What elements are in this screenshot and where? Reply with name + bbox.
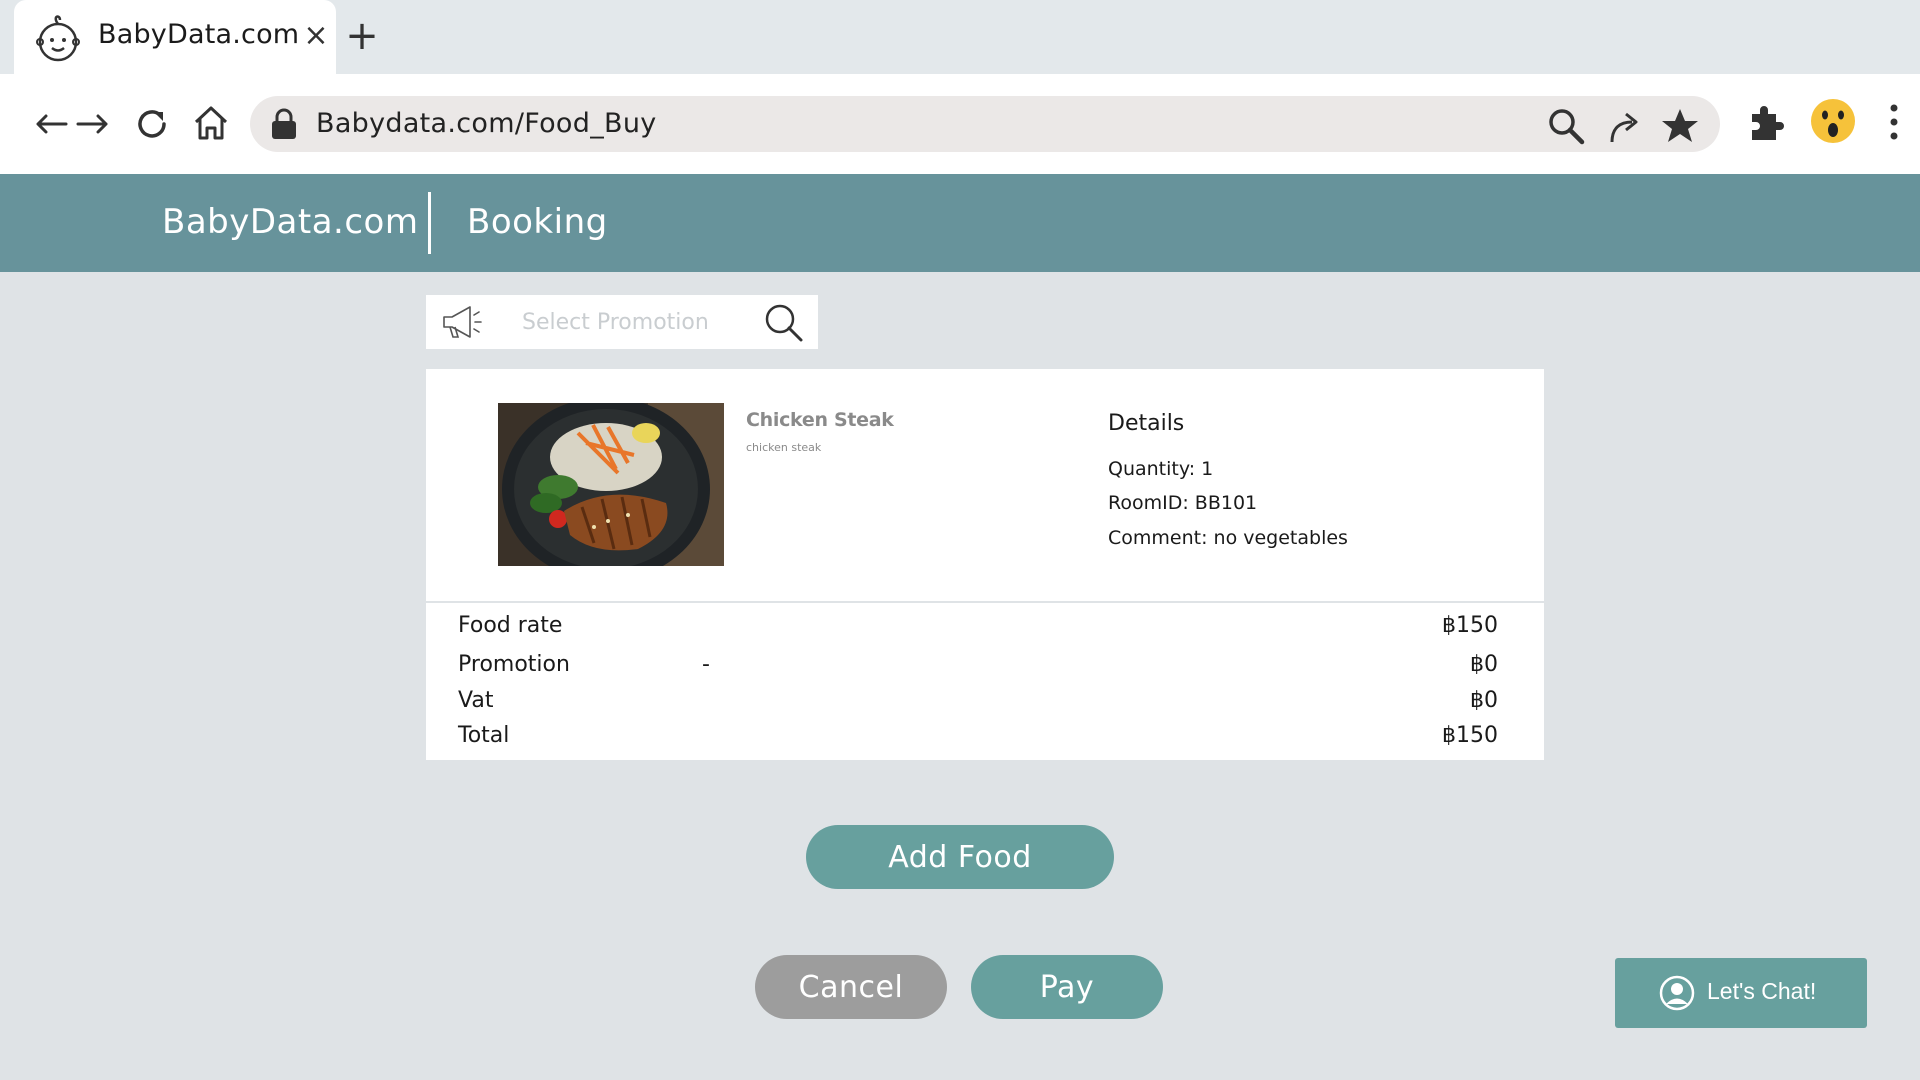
vat-value: ฿0 bbox=[1470, 688, 1498, 713]
food-name: Chicken Steak bbox=[746, 409, 894, 431]
search-icon[interactable] bbox=[762, 301, 806, 345]
order-card: Chicken Steak chicken steak Details Quan… bbox=[426, 369, 1544, 601]
share-icon[interactable] bbox=[1604, 106, 1644, 146]
site-header: BabyData.com Booking bbox=[0, 174, 1920, 272]
detail-comment: Comment: no vegetables bbox=[1108, 527, 1348, 549]
browser-tab-strip: BabyData.com × + bbox=[0, 0, 1920, 74]
promotion-selected: - bbox=[702, 652, 710, 677]
search-icon[interactable] bbox=[1546, 106, 1586, 146]
food-image bbox=[498, 403, 724, 566]
chat-label: Let's Chat! bbox=[1707, 978, 1817, 1004]
new-tab-button[interactable]: + bbox=[344, 16, 380, 56]
chicken-steak-photo bbox=[498, 403, 724, 566]
arrow-left-icon[interactable] bbox=[34, 110, 68, 138]
cancel-button[interactable]: Cancel bbox=[755, 955, 947, 1019]
promotion-input[interactable] bbox=[522, 305, 722, 339]
add-food-button[interactable]: Add Food bbox=[806, 825, 1114, 889]
kebab-menu-icon[interactable] bbox=[1888, 102, 1900, 142]
tab-title: BabyData.com bbox=[98, 19, 300, 50]
vat-label: Vat bbox=[458, 688, 494, 713]
puzzle-icon[interactable] bbox=[1748, 104, 1784, 144]
header-divider bbox=[428, 192, 431, 254]
baby-face-icon bbox=[36, 15, 80, 62]
promotion-value: ฿0 bbox=[1470, 652, 1498, 677]
chat-button[interactable]: Let's Chat! bbox=[1615, 958, 1867, 1028]
promotion-label: Promotion bbox=[458, 652, 570, 677]
home-icon[interactable] bbox=[192, 104, 230, 142]
food-rate-label: Food rate bbox=[458, 613, 563, 638]
total-value: ฿150 bbox=[1442, 723, 1498, 748]
food-rate-value: ฿150 bbox=[1442, 613, 1498, 638]
promotion-search[interactable] bbox=[426, 295, 818, 349]
site-brand[interactable]: BabyData.com bbox=[162, 202, 418, 242]
user-circle-icon bbox=[1659, 975, 1695, 1011]
address-bar[interactable]: Babydata.com/Food_Buy bbox=[250, 96, 1720, 152]
browser-tab[interactable]: BabyData.com × bbox=[14, 0, 336, 74]
total-label: Total bbox=[458, 723, 510, 748]
arrow-right-icon[interactable] bbox=[76, 110, 110, 138]
lock-icon bbox=[272, 108, 296, 139]
details-heading: Details bbox=[1108, 411, 1185, 436]
star-icon[interactable] bbox=[1660, 106, 1700, 146]
price-summary: Food rate ฿150 Promotion - ฿0 Vat ฿0 Tot… bbox=[426, 603, 1544, 760]
megaphone-icon bbox=[443, 306, 482, 338]
page-title: Booking bbox=[467, 202, 608, 242]
tab-close-icon[interactable]: × bbox=[298, 18, 334, 54]
browser-toolbar: Babydata.com/Food_Buy bbox=[0, 74, 1920, 174]
url-text[interactable]: Babydata.com/Food_Buy bbox=[316, 108, 657, 139]
detail-quantity: Quantity: 1 bbox=[1108, 458, 1214, 480]
pay-button[interactable]: Pay bbox=[971, 955, 1163, 1019]
detail-room-id: RoomID: BB101 bbox=[1108, 492, 1258, 514]
food-description: chicken steak bbox=[746, 441, 822, 454]
reload-icon[interactable] bbox=[134, 106, 170, 142]
surprised-emoji-icon[interactable] bbox=[1810, 98, 1856, 144]
